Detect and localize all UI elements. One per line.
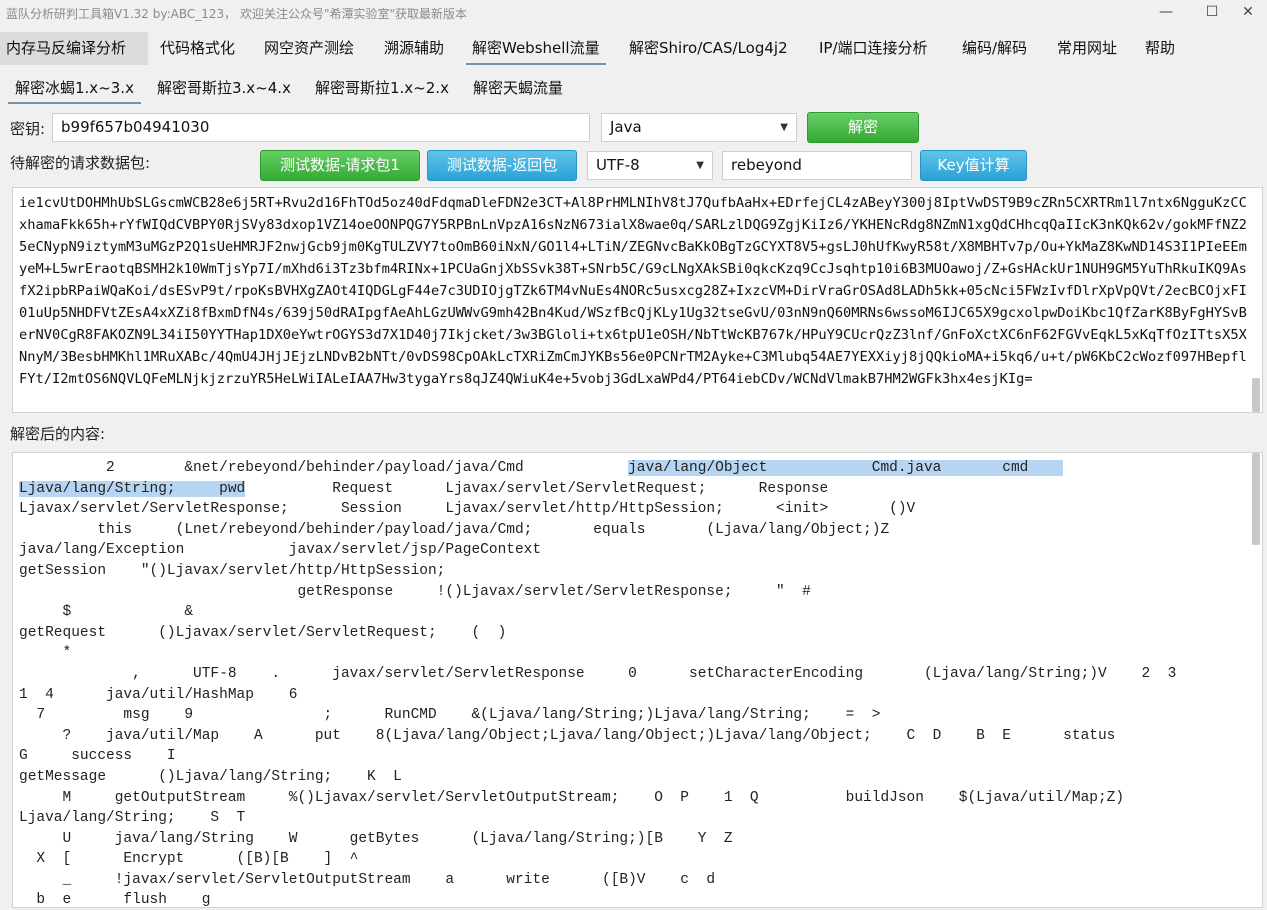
chevron-down-icon: ▼: [780, 122, 788, 133]
menu-memshell-decompile[interactable]: 内存马反编译分析: [0, 32, 148, 65]
menu-decrypt-webshell[interactable]: 解密Webshell流量: [466, 32, 606, 65]
menu-common-urls[interactable]: 常用网址: [1051, 32, 1123, 65]
encoding-select[interactable]: UTF-8 ▼: [587, 151, 713, 180]
app-window: 蓝队分析研判工具箱V1.32 by:ABC_123， 欢迎关注公众号"希潭实验室…: [0, 0, 1267, 910]
language-select-value: Java: [610, 118, 642, 136]
tab-godzilla-3-4[interactable]: 解密哥斯拉3.x~4.x: [150, 72, 298, 104]
password-input[interactable]: rebeyond: [722, 151, 912, 180]
menu-help[interactable]: 帮助: [1139, 32, 1181, 65]
decrypt-button[interactable]: 解密: [807, 112, 919, 143]
tab-godzilla-1-2[interactable]: 解密哥斯拉1.x~2.x: [308, 72, 456, 104]
menu-trace-assist[interactable]: 溯源辅助: [378, 32, 450, 65]
menu-code-format[interactable]: 代码格式化: [154, 32, 241, 65]
selected-text: Ljava/lang/String; pwd: [19, 480, 246, 497]
ciphertext-content: ie1cvUtDOHMhUbSLGscmWCB28e6j5RT+Rvu2d16F…: [19, 195, 1247, 387]
result-label: 解密后的内容:: [10, 425, 106, 443]
key-calc-button[interactable]: Key值计算: [920, 150, 1027, 181]
key-label: 密钥:: [10, 120, 46, 138]
request-scrollbar[interactable]: [1252, 378, 1260, 412]
menu-encode-decode[interactable]: 编码/解码: [956, 32, 1033, 65]
key-input[interactable]: b99f657b04941030: [52, 113, 590, 142]
request-label: 待解密的请求数据包:: [10, 154, 151, 172]
request-data-textarea[interactable]: ie1cvUtDOHMhUbSLGscmWCB28e6j5RT+Rvu2d16F…: [12, 187, 1263, 413]
title-bar: 蓝队分析研判工具箱V1.32 by:ABC_123， 欢迎关注公众号"希潭实验室…: [0, 0, 1267, 26]
result-scrollbar[interactable]: [1252, 453, 1260, 545]
plaintext-body: Ljavax/servlet/ServletResponse; Session …: [19, 501, 1177, 908]
menu-decrypt-shiro[interactable]: 解密Shiro/CAS/Log4j2: [623, 32, 794, 65]
decrypted-result-textarea[interactable]: 2 &net/rebeyond/behinder/payload/java/Cm…: [12, 452, 1263, 908]
menu-asset-mapping[interactable]: 网空资产测绘: [258, 32, 360, 65]
menu-ip-port[interactable]: IP/端口连接分析: [813, 32, 934, 65]
webshell-subtabs: 解密冰蝎1.x~3.x 解密哥斯拉3.x~4.x 解密哥斯拉1.x~2.x 解密…: [0, 72, 1267, 104]
plaintext-line-2: Request Ljavax/servlet/ServletRequest; R…: [245, 480, 829, 497]
plaintext-content: 2 &net/rebeyond/behinder/payload/java/Cm…: [19, 458, 1249, 908]
window-title: 蓝队分析研判工具箱V1.32 by:ABC_123， 欢迎关注公众号"希潭实验室…: [6, 7, 468, 21]
encoding-select-value: UTF-8: [596, 156, 640, 174]
main-menu: 内存马反编译分析 代码格式化 网空资产测绘 溯源辅助 解密Webshell流量 …: [0, 32, 1267, 65]
tab-tianxie[interactable]: 解密天蝎流量: [466, 72, 570, 104]
close-icon[interactable]: ✕: [1228, 2, 1267, 24]
selected-text: java/lang/Object Cmd.java cmd: [628, 460, 1064, 476]
chevron-down-icon: ▼: [696, 160, 704, 171]
maximize-icon[interactable]: ☐: [1192, 2, 1232, 24]
plaintext-line-1: 2 &net/rebeyond/behinder/payload/java/Cm…: [19, 460, 629, 476]
tab-behinder[interactable]: 解密冰蝎1.x~3.x: [8, 72, 141, 104]
test-response-button[interactable]: 测试数据-返回包: [427, 150, 577, 181]
minimize-icon[interactable]: —: [1146, 2, 1186, 24]
test-request-button[interactable]: 测试数据-请求包1: [260, 150, 420, 181]
language-select[interactable]: Java ▼: [601, 113, 797, 142]
